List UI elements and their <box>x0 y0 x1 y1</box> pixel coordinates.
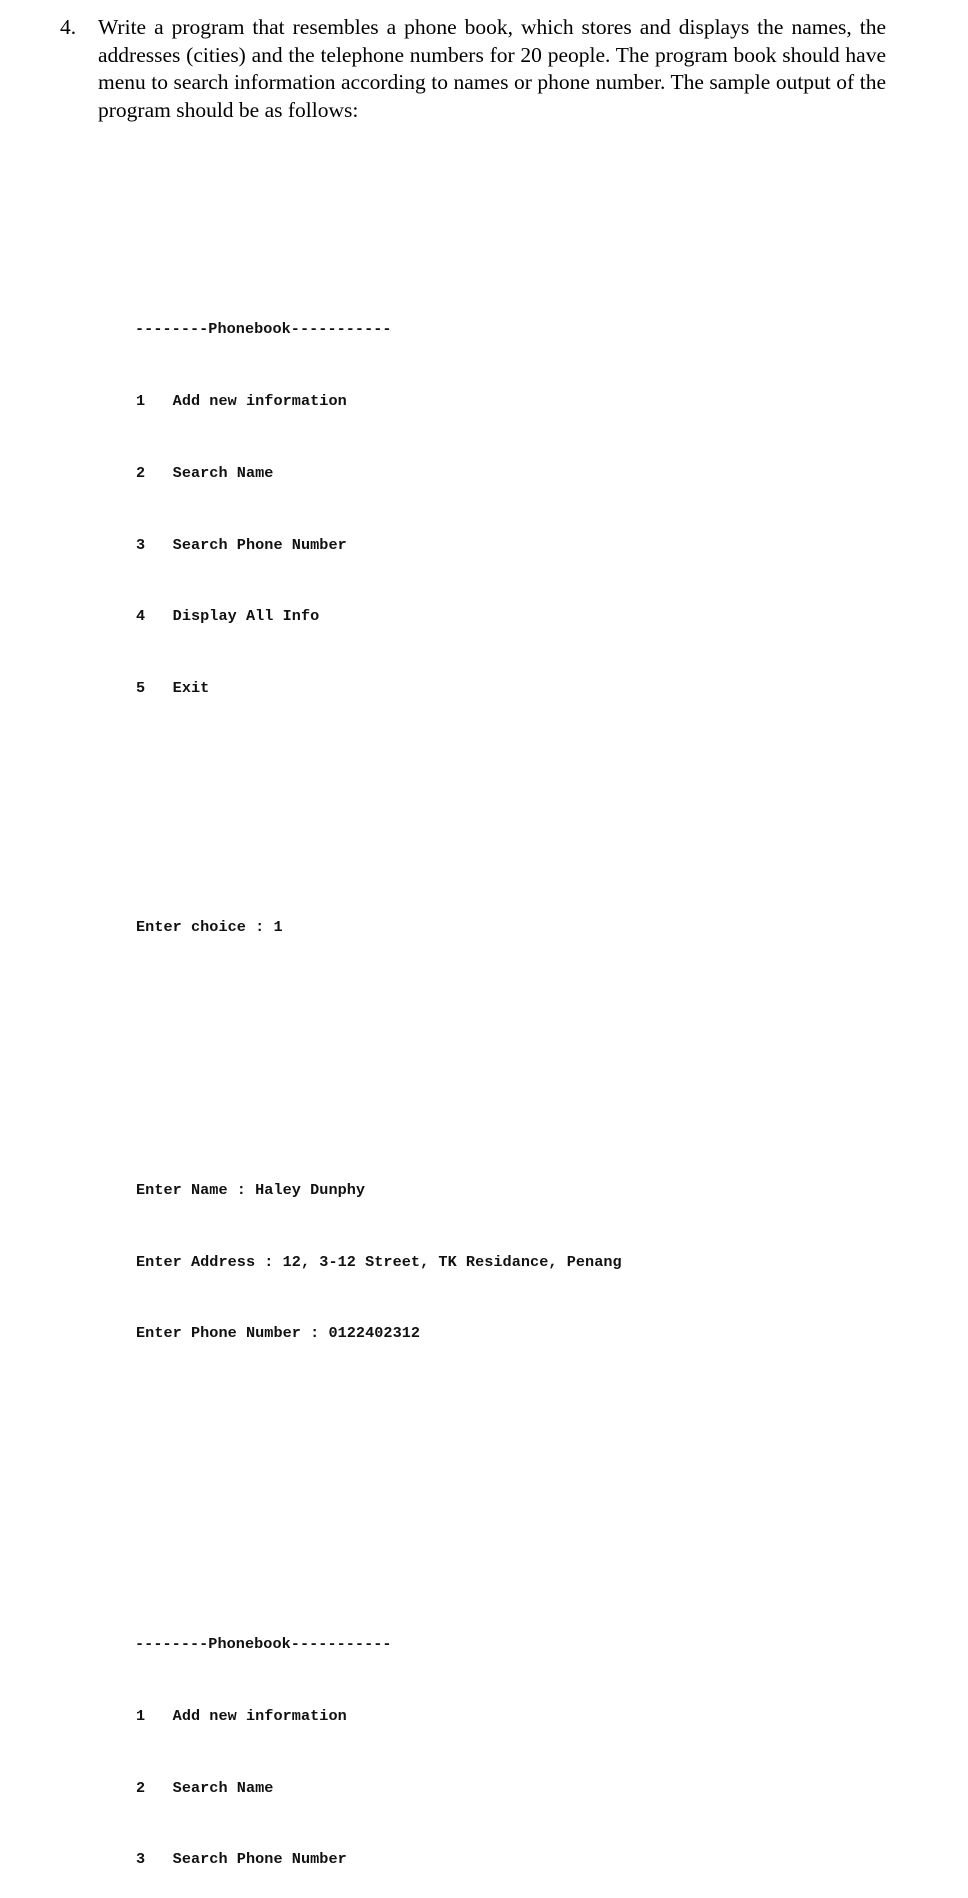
phonebook-separator: --------Phonebook----------- <box>135 1635 392 1654</box>
menu-block-1: --------Phonebook----------- 1 Add new i… <box>135 271 936 749</box>
enter-phone-number-line: Enter Phone Number : 0122402312 <box>136 1324 421 1343</box>
question-item: 4. Write a program that resembles a phon… <box>60 14 886 124</box>
menu-item-search-phone-number: 3 Search Phone Number <box>136 535 347 554</box>
menu-item-search-name: 2 Search Name <box>136 463 274 482</box>
phonebook-separator: --------Phonebook----------- <box>135 320 392 339</box>
question-number: 4. <box>60 15 77 39</box>
menu-item-exit: 5 Exit <box>136 679 210 698</box>
menu-item-add-new-information: 1 Add new information <box>136 1706 347 1725</box>
sample-output-console: --------Phonebook----------- 1 Add new i… <box>135 175 936 1898</box>
menu-item-search-phone-number: 3 Search Phone Number <box>136 1850 347 1869</box>
record-entry-1: Enter Name : Haley Dunphy Enter Address … <box>136 1131 936 1394</box>
enter-name-line: Enter Name : Haley Dunphy <box>136 1181 366 1200</box>
menu-block-2: --------Phonebook----------- 1 Add new i… <box>135 1585 936 1898</box>
menu-item-add-new-information: 1 Add new information <box>136 392 347 411</box>
menu-item-search-name: 2 Search Name <box>136 1778 274 1797</box>
question-text: Write a program that resembles a phone b… <box>98 15 886 122</box>
menu-item-display-all-info: 4 Display All Info <box>136 607 320 626</box>
enter-choice-prompt-1: Enter choice : 1 <box>136 918 283 937</box>
enter-address-line: Enter Address : 12, 3-12 Street, TK Resi… <box>136 1252 622 1271</box>
document-page: 4. Write a program that resembles a phon… <box>0 0 968 1868</box>
